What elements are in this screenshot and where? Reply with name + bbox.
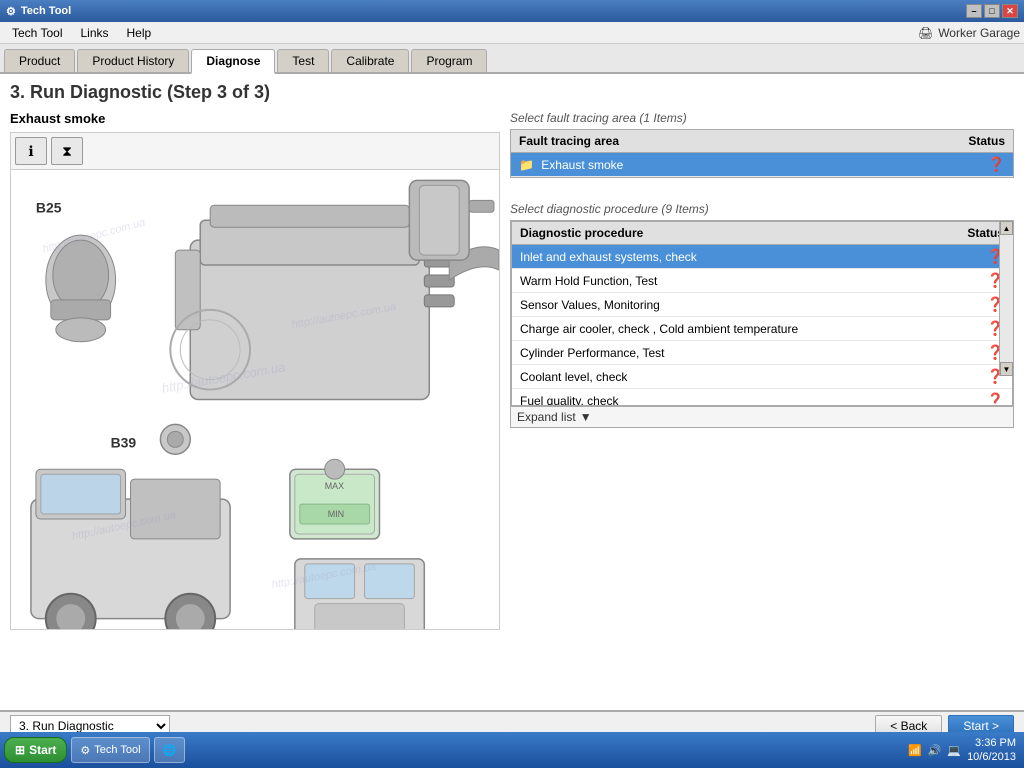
main-content: 3. Run Diagnostic (Step 3 of 3) Exhaust … xyxy=(0,74,1024,710)
diag-procedure-2: Warm Hold Function, Test xyxy=(512,269,959,293)
diagnostic-procedure-section: Select diagnostic procedure (9 Items) Di… xyxy=(510,202,1014,702)
worker-label: Worker Garage xyxy=(938,26,1020,40)
right-panel: Select fault tracing area (1 Items) Faul… xyxy=(510,111,1014,702)
expand-list-button[interactable]: Expand list ▼ xyxy=(510,407,1014,428)
diag-procedure-4: Charge air cooler, check , Cold ambient … xyxy=(512,317,959,341)
svg-text:B39: B39 xyxy=(111,434,137,450)
status-icon: ❓ xyxy=(988,156,1005,172)
app-icon: ⚙ xyxy=(6,5,16,18)
diagnostic-procedure-table-outer: Diagnostic procedure Status Inlet and ex… xyxy=(510,220,1014,407)
fault-tracing-section: Select fault tracing area (1 Items) Faul… xyxy=(510,111,1014,178)
status-icon-7: ❓ xyxy=(987,392,1004,406)
title-bar: ⚙ Tech Tool – □ ✕ xyxy=(0,0,1024,22)
diag-row-2[interactable]: Warm Hold Function, Test ❓ xyxy=(512,269,1012,293)
fault-tracing-table-container: Fault tracing area Status 📁 Exhaust smok… xyxy=(510,129,1014,178)
info-button[interactable]: ℹ xyxy=(15,137,47,165)
diag-procedure-3: Sensor Values, Monitoring xyxy=(512,293,959,317)
left-panel: Exhaust smoke ℹ ⧗ http://autoepc.com.ua … xyxy=(10,111,500,702)
minimize-button[interactable]: – xyxy=(966,4,982,18)
tab-diagnose[interactable]: Diagnose xyxy=(191,49,275,74)
taskbar-right: 📶 🔊 💻 3:36 PM 10/6/2013 xyxy=(908,736,1020,765)
maximize-button[interactable]: □ xyxy=(984,4,1000,18)
time-display: 3:36 PM 10/6/2013 xyxy=(967,736,1016,765)
window-title: Tech Tool xyxy=(21,5,71,17)
fault-tracing-header: Select fault tracing area (1 Items) xyxy=(510,111,1014,125)
chevron-down-icon: ▼ xyxy=(580,410,592,424)
page-title: 3. Run Diagnostic (Step 3 of 3) xyxy=(10,82,1014,103)
windows-icon: ⊞ xyxy=(15,743,25,757)
fault-col-status: Status xyxy=(960,130,1013,153)
svg-text:MAX: MAX xyxy=(325,481,344,491)
diagram-toolbar: ℹ ⧗ xyxy=(10,132,500,170)
tab-product[interactable]: Product xyxy=(4,49,75,72)
app-icon-taskbar: ⚙ xyxy=(80,744,90,757)
diagram-title: Exhaust smoke xyxy=(10,111,500,126)
diag-row-1[interactable]: Inlet and exhaust systems, check ❓ xyxy=(512,245,1012,269)
fault-area-cell: 📁 Exhaust smoke xyxy=(511,153,960,177)
tab-program[interactable]: Program xyxy=(411,49,487,72)
tab-calibrate[interactable]: Calibrate xyxy=(331,49,409,72)
diag-row-6[interactable]: Coolant level, check ❓ xyxy=(512,365,1012,389)
diagnostic-procedure-scroll[interactable]: Diagnostic procedure Status Inlet and ex… xyxy=(511,221,1013,406)
diagram-area: http://autoepc.com.ua http://autoepc.com… xyxy=(10,170,500,630)
diag-row-5[interactable]: Cylinder Performance, Test ❓ xyxy=(512,341,1012,365)
menu-techtool[interactable]: Tech Tool xyxy=(4,24,70,42)
content-area: Exhaust smoke ℹ ⧗ http://autoepc.com.ua … xyxy=(10,111,1014,702)
fault-status-cell: ❓ xyxy=(960,153,1013,177)
worker-icon: 🖨 xyxy=(918,26,933,40)
fault-col-area: Fault tracing area xyxy=(511,130,960,153)
scroll-down[interactable]: ▼ xyxy=(1000,362,1013,376)
scroll-up[interactable]: ▲ xyxy=(1000,221,1013,235)
diag-status-7: ❓ xyxy=(959,389,1012,407)
folder-icon: 📁 xyxy=(519,158,534,172)
tab-test[interactable]: Test xyxy=(277,49,329,72)
svg-text:MIN: MIN xyxy=(328,509,344,519)
diag-procedure-7: Fuel quality, check xyxy=(512,389,959,407)
diag-procedure-5: Cylinder Performance, Test xyxy=(512,341,959,365)
expand-list-label: Expand list xyxy=(517,410,576,424)
system-icon: 💻 xyxy=(947,744,961,757)
taskbar: ⊞ Start ⚙ Tech Tool 🌐 📶 🔊 💻 3:36 PM 10/6… xyxy=(0,732,1024,768)
fault-row-1[interactable]: 📁 Exhaust smoke ❓ xyxy=(511,153,1013,177)
taskbar-app-techtool[interactable]: ⚙ Tech Tool xyxy=(71,737,149,763)
nav-tabs: Product Product History Diagnose Test Ca… xyxy=(0,44,1024,74)
scroll-bar[interactable]: ▲ ▼ xyxy=(999,221,1013,376)
diagnostic-procedure-table: Diagnostic procedure Status Inlet and ex… xyxy=(512,222,1012,406)
date: 10/6/2013 xyxy=(967,750,1016,764)
diag-row-4[interactable]: Charge air cooler, check , Cold ambient … xyxy=(512,317,1012,341)
close-button[interactable]: ✕ xyxy=(1002,4,1018,18)
tab-product-history[interactable]: Product History xyxy=(77,49,189,72)
start-button-taskbar[interactable]: ⊞ Start xyxy=(4,737,67,763)
diag-procedure-1: Inlet and exhaust systems, check xyxy=(512,245,959,269)
menu-links[interactable]: Links xyxy=(72,24,116,42)
diagnostic-procedure-header: Select diagnostic procedure (9 Items) xyxy=(510,202,1014,216)
engine-diagram: B25 xyxy=(11,170,499,629)
volume-icon: 🔊 xyxy=(928,744,942,757)
diag-row-7[interactable]: Fuel quality, check ❓ xyxy=(512,389,1012,407)
network-icon: 📶 xyxy=(908,744,922,757)
browser-icon: 🌐 xyxy=(163,744,177,757)
svg-text:B25: B25 xyxy=(36,199,62,215)
diag-procedure-6: Coolant level, check xyxy=(512,365,959,389)
filter-button[interactable]: ⧗ xyxy=(51,137,83,165)
menu-help[interactable]: Help xyxy=(119,24,160,42)
time: 3:36 PM xyxy=(967,736,1016,750)
diag-row-3[interactable]: Sensor Values, Monitoring ❓ xyxy=(512,293,1012,317)
diag-col-procedure: Diagnostic procedure xyxy=(512,222,959,245)
fault-tracing-table: Fault tracing area Status 📁 Exhaust smok… xyxy=(511,130,1013,177)
taskbar-app-browser[interactable]: 🌐 xyxy=(154,737,186,763)
menu-bar: Tech Tool Links Help 🖨 Worker Garage xyxy=(0,22,1024,44)
